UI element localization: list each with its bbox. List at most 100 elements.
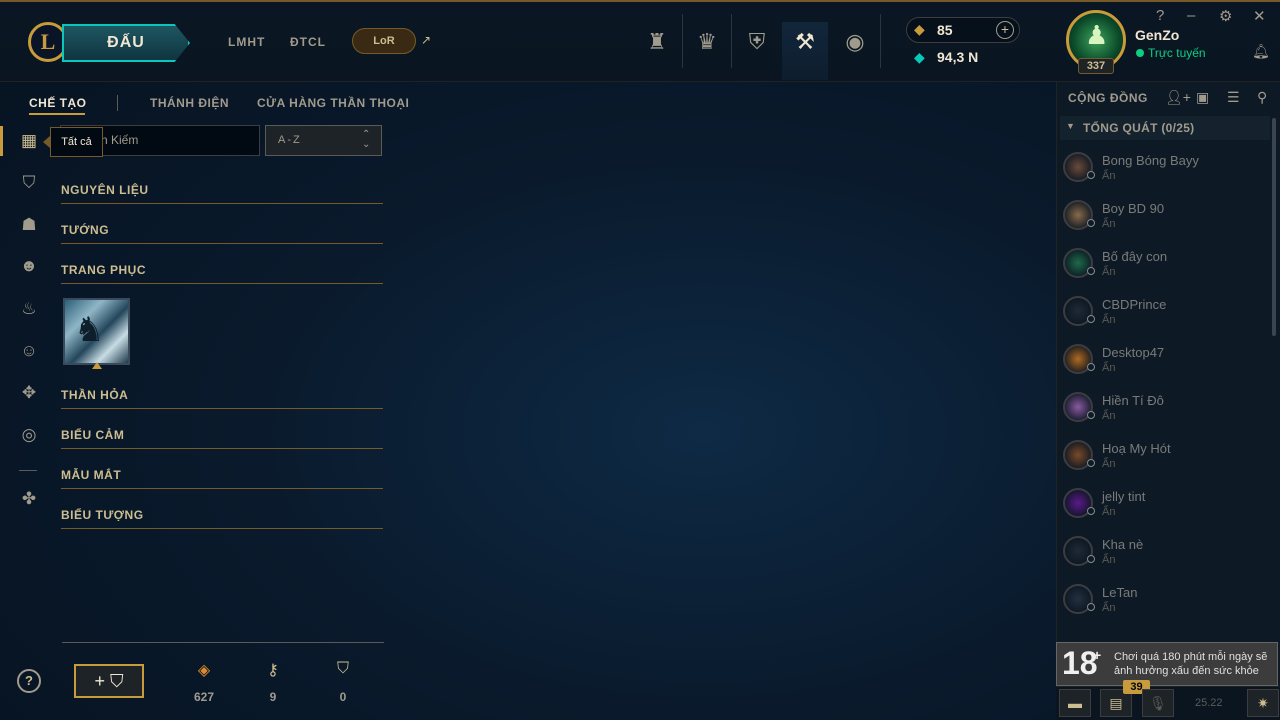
- add-friend-icon[interactable]: 👤︎+: [1165, 89, 1191, 106]
- skin-shard-icon: ♞: [74, 311, 105, 349]
- tab-mythic-shop[interactable]: CỬA HÀNG THẦN THOẠI: [257, 96, 409, 110]
- loot-bag-icon[interactable]: ⛨: [734, 22, 780, 62]
- sort-value: A-Z: [278, 134, 302, 146]
- friend-name: Boy BD 90: [1102, 201, 1165, 216]
- filter-chest-icon[interactable]: ⛉: [18, 172, 40, 194]
- list-view-icon[interactable]: ☰: [1227, 89, 1240, 106]
- lor-button[interactable]: LoR: [352, 28, 416, 54]
- nav-lmht-link[interactable]: LMHT: [228, 35, 265, 49]
- category-wards[interactable]: THẦN HỎA: [61, 388, 383, 409]
- sort-chevron-icon: ⌃ ⌄: [362, 129, 371, 150]
- active-tab-underline: [29, 113, 85, 115]
- chest-count-value: 0: [339, 690, 347, 704]
- friend-status: Ẩn: [1102, 314, 1116, 326]
- bottom-separator: [62, 642, 384, 643]
- friend-name: CBDPrince: [1102, 297, 1167, 312]
- category-icons[interactable]: BIỂU TƯỢNG: [61, 508, 383, 529]
- bug-report-icon[interactable]: ✷: [1247, 689, 1279, 717]
- friend-status-dot: [1087, 171, 1095, 179]
- friend-status-dot: [1087, 363, 1095, 371]
- filter-icon-icon[interactable]: ◎: [18, 424, 40, 446]
- category-emotes[interactable]: BIỂU CẢM: [61, 428, 383, 449]
- search-input-text: n Kiếm: [101, 133, 139, 147]
- friend-status: Ẩn: [1102, 602, 1116, 614]
- category-materials[interactable]: NGUYÊN LIỆU: [61, 183, 383, 204]
- filter-champion-icon[interactable]: ☗: [18, 214, 40, 236]
- friend-status-dot: [1087, 411, 1095, 419]
- subnav-separator: [117, 95, 118, 111]
- settings-icon[interactable]: ⚙: [1219, 7, 1232, 25]
- filter-eternals-icon[interactable]: ✥: [18, 382, 40, 404]
- key-fragment-icon: ⚷: [267, 662, 279, 679]
- friend-status: Ẩn: [1102, 506, 1116, 518]
- play-button[interactable]: ĐẤU: [62, 24, 190, 62]
- nav-dtcl-link[interactable]: ĐTCL: [290, 35, 326, 49]
- friend-name: Bố đây con: [1102, 249, 1168, 264]
- top-separator: [682, 14, 683, 68]
- filter-other-icon[interactable]: ✤: [18, 488, 40, 510]
- friend-status-dot: [1087, 459, 1095, 467]
- friend-name: Bong Bóng Bayy: [1102, 153, 1199, 168]
- ranked-icon[interactable]: ♛: [684, 22, 730, 62]
- friend-name: Desktop47: [1102, 345, 1165, 360]
- friend-status: Ẩn: [1102, 266, 1116, 278]
- category-skins[interactable]: TRANG PHỤC: [61, 263, 383, 284]
- filter-ward-icon[interactable]: ♨: [18, 298, 40, 320]
- online-status-text[interactable]: Trực tuyến: [1148, 46, 1206, 60]
- scrollbar[interactable]: [1272, 118, 1276, 336]
- top-separator: [731, 14, 732, 68]
- rail-separator: [19, 470, 37, 471]
- username: GenZo: [1135, 27, 1180, 43]
- notification-bell-icon[interactable]: 🔔︎: [1252, 43, 1270, 60]
- add-chest-button[interactable]: + ⛉: [74, 664, 144, 698]
- chest-icon: ⛉: [336, 660, 349, 677]
- help-window-button[interactable]: ?: [1156, 7, 1164, 24]
- tooltip: Tất cả: [50, 127, 103, 157]
- lor-label: LoR: [373, 35, 395, 47]
- orange-essence-value: 627: [193, 690, 215, 704]
- store-icon[interactable]: ◉: [832, 22, 878, 62]
- chat-icon[interactable]: ▬: [1059, 689, 1091, 717]
- chevron-down-icon: ▼: [1066, 121, 1075, 131]
- riot-points-value: 85: [937, 22, 953, 38]
- filter-all-icon[interactable]: ▦: [18, 130, 40, 152]
- trophy-icon[interactable]: ♜: [634, 22, 680, 62]
- crafting-icon[interactable]: ⚒: [782, 22, 828, 80]
- friend-status-dot: [1087, 219, 1095, 227]
- item-indicator: [92, 362, 102, 369]
- filter-emote-icon[interactable]: ☺: [18, 340, 40, 362]
- online-status-dot: [1136, 49, 1144, 57]
- blue-essence-icon: ◆: [914, 49, 925, 65]
- summoner-level: 337: [1078, 58, 1114, 74]
- friend-group-label: TỔNG QUÁT (0/25): [1083, 121, 1195, 135]
- age-rating-plus: +: [1093, 647, 1102, 663]
- minimize-button[interactable]: –: [1187, 7, 1195, 24]
- tab-sanctum[interactable]: THÁNH ĐIỆN: [150, 96, 229, 110]
- friend-status: Ẩn: [1102, 458, 1116, 470]
- filter-skin-icon[interactable]: ☻: [18, 255, 40, 277]
- tooltip-arrow: [43, 136, 50, 148]
- friend-name: jelly tint: [1102, 489, 1146, 504]
- close-button[interactable]: ✕: [1253, 7, 1266, 25]
- help-button[interactable]: ?: [17, 669, 41, 693]
- category-champions[interactable]: TƯỚNG: [61, 223, 383, 244]
- friend-name: LeTan: [1102, 585, 1138, 600]
- add-folder-icon[interactable]: ▣: [1196, 89, 1209, 106]
- voice-mic-icon[interactable]: 🎙︎: [1142, 689, 1174, 717]
- friend-status: Ẩn: [1102, 362, 1116, 374]
- riot-points-icon: ◆: [914, 21, 925, 37]
- search-icon[interactable]: ⚲: [1257, 89, 1267, 106]
- orange-essence-icon: ◈: [197, 662, 211, 679]
- social-title: CỘNG ĐỒNG: [1068, 91, 1148, 105]
- age-rating-warning: Chơi quá 180 phút mỗi ngày sẽ ảnh hưởng …: [1114, 651, 1268, 677]
- category-eye-patterns[interactable]: MẪU MẮT: [61, 468, 383, 489]
- friend-status: Ẩn: [1102, 218, 1116, 230]
- friend-status: Ẩn: [1102, 554, 1116, 566]
- friend-status-dot: [1087, 267, 1095, 275]
- friend-name: Kha nè: [1102, 537, 1144, 552]
- buy-rp-button[interactable]: +: [996, 21, 1014, 39]
- rail-active-indicator: [0, 126, 3, 156]
- friend-status-dot: [1087, 555, 1095, 563]
- tab-crafting[interactable]: CHẾ TẠO: [29, 96, 87, 110]
- client-version: 25.22: [1195, 697, 1223, 709]
